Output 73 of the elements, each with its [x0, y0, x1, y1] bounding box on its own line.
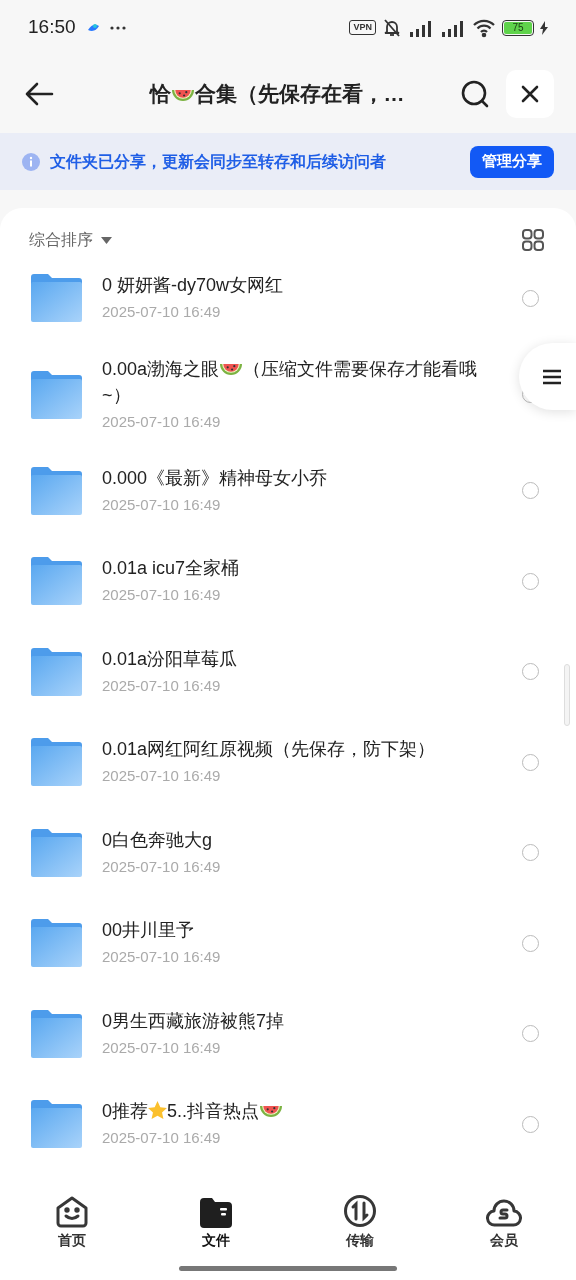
- scrollbar: [564, 664, 570, 726]
- folder-name: 0男生西藏旅游被熊7掉: [102, 1009, 286, 1033]
- caret-icon: [101, 236, 112, 244]
- nav-tab[interactable]: 传输: [288, 1192, 432, 1280]
- cloud-icon: [486, 1198, 522, 1228]
- modified-date: 2025-07-10 16:49: [102, 585, 222, 606]
- watermelon-icon: [171, 90, 194, 102]
- search-icon: [460, 79, 490, 109]
- modified-date: 2025-07-10 16:49: [102, 302, 222, 323]
- grid-view-button[interactable]: [521, 228, 545, 252]
- folder-row[interactable]: 0 妍妍酱-dy70w女网红 2025-07-10 16:49: [0, 253, 576, 344]
- folder-row[interactable]: 00井川里予 2025-07-10 16:49: [0, 898, 576, 989]
- folder-icon: [31, 274, 82, 323]
- back-arrow-icon: [24, 81, 54, 107]
- folder-icon: [31, 370, 82, 419]
- vpn-badge: VPN: [349, 20, 376, 35]
- watermelon-icon: [220, 363, 243, 375]
- folder-name: 0 妍妍酱-dy70w女网红: [102, 274, 285, 298]
- folder-icon: [31, 828, 82, 877]
- modified-date: 2025-07-10 16:49: [102, 1128, 222, 1149]
- status-time: 16:50: [28, 15, 76, 40]
- smiley-house-icon: [55, 1196, 89, 1228]
- more-icon: [109, 25, 126, 30]
- grid-icon: [521, 228, 545, 252]
- folder-name: 00井川里予: [102, 919, 196, 943]
- app-icon: [85, 21, 100, 34]
- folder-name: 0.01a网红阿红原视频（先保存，防下架）: [102, 738, 437, 762]
- nav-tab[interactable]: 文件: [144, 1192, 288, 1280]
- modified-date: 2025-07-10 16:49: [102, 856, 222, 877]
- transfer-icon: [343, 1194, 377, 1228]
- wifi-icon: [472, 17, 496, 38]
- folder-icon: [31, 1100, 82, 1149]
- nav-tab[interactable]: 首页: [0, 1192, 144, 1280]
- folder-name: 0.00a渤海之眼 （压缩文件需要保存才能看哦~）: [102, 357, 479, 407]
- folder-icon: [31, 647, 82, 696]
- menu-icon: [543, 368, 561, 385]
- charging-icon: [540, 20, 548, 35]
- modified-date: 2025-07-10 16:49: [102, 494, 222, 515]
- folder-row[interactable]: 0.01a icu7全家桶 2025-07-10 16:49: [0, 536, 576, 627]
- folder-icon: [31, 466, 82, 515]
- mute-bell-icon: [382, 17, 402, 38]
- folder-icon: [31, 738, 82, 787]
- close-icon: [521, 85, 539, 103]
- modified-date: 2025-07-10 16:49: [102, 947, 222, 968]
- folder-name: 0白色奔驰大g: [102, 828, 214, 852]
- folder-icon: [200, 1198, 232, 1228]
- info-icon: [22, 152, 40, 171]
- folder-icon: [31, 919, 82, 968]
- folder-row[interactable]: 0男生西藏旅游被熊7掉 2025-07-10 16:49: [0, 988, 576, 1079]
- share-notice: 文件夹已分享，更新会同步至转存和后续访问者: [50, 151, 387, 172]
- battery-level: 75: [512, 22, 524, 33]
- modified-date: 2025-07-10 16:49: [102, 1037, 222, 1058]
- folder-icon: [31, 557, 82, 606]
- folder-row[interactable]: 0.01a汾阳草莓瓜 2025-07-10 16:49: [0, 626, 576, 717]
- folder-name: 0.000《最新》精神母女小乔: [102, 466, 329, 490]
- folder-row[interactable]: 0推荐 5..抖音热点 2025-07-10 16:49: [0, 1079, 576, 1170]
- folder-row[interactable]: 0白色奔驰大g 2025-07-10 16:49: [0, 807, 576, 898]
- folder-row[interactable]: 0.01a网红阿红原视频（先保存，防下架） 2025-07-10 16:49: [0, 717, 576, 808]
- watermelon-icon: [260, 1106, 283, 1118]
- nav-tab[interactable]: 会员: [432, 1192, 576, 1280]
- manage-share-button[interactable]: 管理分享: [470, 145, 554, 178]
- folder-name: 0.01a icu7全家桶: [102, 557, 241, 581]
- sort-dropdown[interactable]: 综合排序: [29, 228, 112, 252]
- star-icon: [148, 1101, 167, 1120]
- modified-date: 2025-07-10 16:49: [102, 766, 222, 787]
- folder-icon: [31, 1009, 82, 1058]
- folder-row[interactable]: 0.000《最新》精神母女小乔 2025-07-10 16:49: [0, 445, 576, 536]
- modified-date: 2025-07-10 16:49: [102, 411, 222, 432]
- close-button[interactable]: [506, 70, 554, 118]
- modified-date: 2025-07-10 16:49: [102, 675, 222, 696]
- folder-name: 0.01a汾阳草莓瓜: [102, 647, 239, 671]
- page-title: 恰 合集（先保存在看，…: [148, 81, 406, 108]
- folder-name: 0推荐 5..抖音热点: [102, 1098, 482, 1125]
